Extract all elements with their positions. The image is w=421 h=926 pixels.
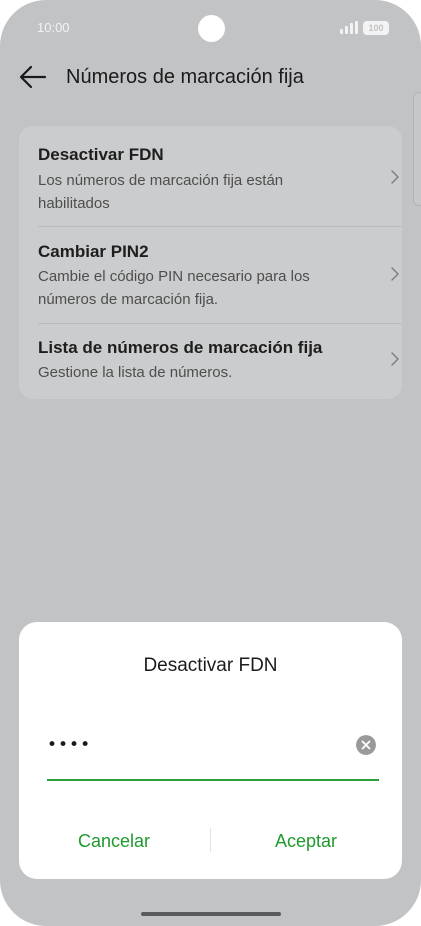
phone-screen: 10:00 100 Números de marcación fija Desa… [0, 0, 421, 926]
chevron-right-icon [391, 170, 399, 184]
settings-item-title: Cambiar PIN2 [38, 242, 149, 261]
status-bar: 10:00 100 [0, 0, 421, 56]
settings-item-description: Cambie el código PIN necesario para los … [38, 268, 310, 308]
settings-item-fdn-list[interactable]: Lista de números de marcación fija Gesti… [19, 324, 402, 399]
battery-icon: 100 [363, 21, 389, 35]
input-underline [47, 779, 379, 781]
chevron-right-icon [391, 267, 399, 281]
settings-item-description: Los números de marcación fija están habi… [38, 172, 284, 212]
status-time: 10:00 [37, 20, 70, 35]
clear-circle-icon[interactable] [356, 735, 376, 755]
pin2-input[interactable] [47, 732, 347, 758]
settings-item-title: Desactivar FDN [38, 145, 164, 164]
settings-item-disable-fdn[interactable]: Desactivar FDN Los números de marcación … [19, 126, 402, 226]
disable-fdn-dialog: Desactivar FDN Cancelar Aceptar [19, 622, 402, 879]
cellular-signal-icon [340, 21, 358, 34]
scroll-indicator[interactable] [413, 92, 421, 206]
settings-item-title: Lista de números de marcación fija [38, 338, 323, 357]
arrow-left-icon[interactable] [18, 63, 48, 91]
settings-item-description: Gestione la lista de números. [38, 364, 233, 381]
dialog-title: Desactivar FDN [143, 655, 278, 676]
page-title: Números de marcación fija [66, 66, 304, 88]
accept-button[interactable]: Aceptar [211, 819, 401, 863]
chevron-right-icon [391, 352, 399, 366]
settings-card: Desactivar FDN Los números de marcación … [19, 126, 402, 399]
home-indicator[interactable] [141, 912, 281, 916]
front-camera [198, 15, 225, 42]
cancel-button[interactable]: Cancelar [19, 819, 209, 863]
settings-item-change-pin2[interactable]: Cambiar PIN2 Cambie el código PIN necesa… [19, 227, 402, 323]
